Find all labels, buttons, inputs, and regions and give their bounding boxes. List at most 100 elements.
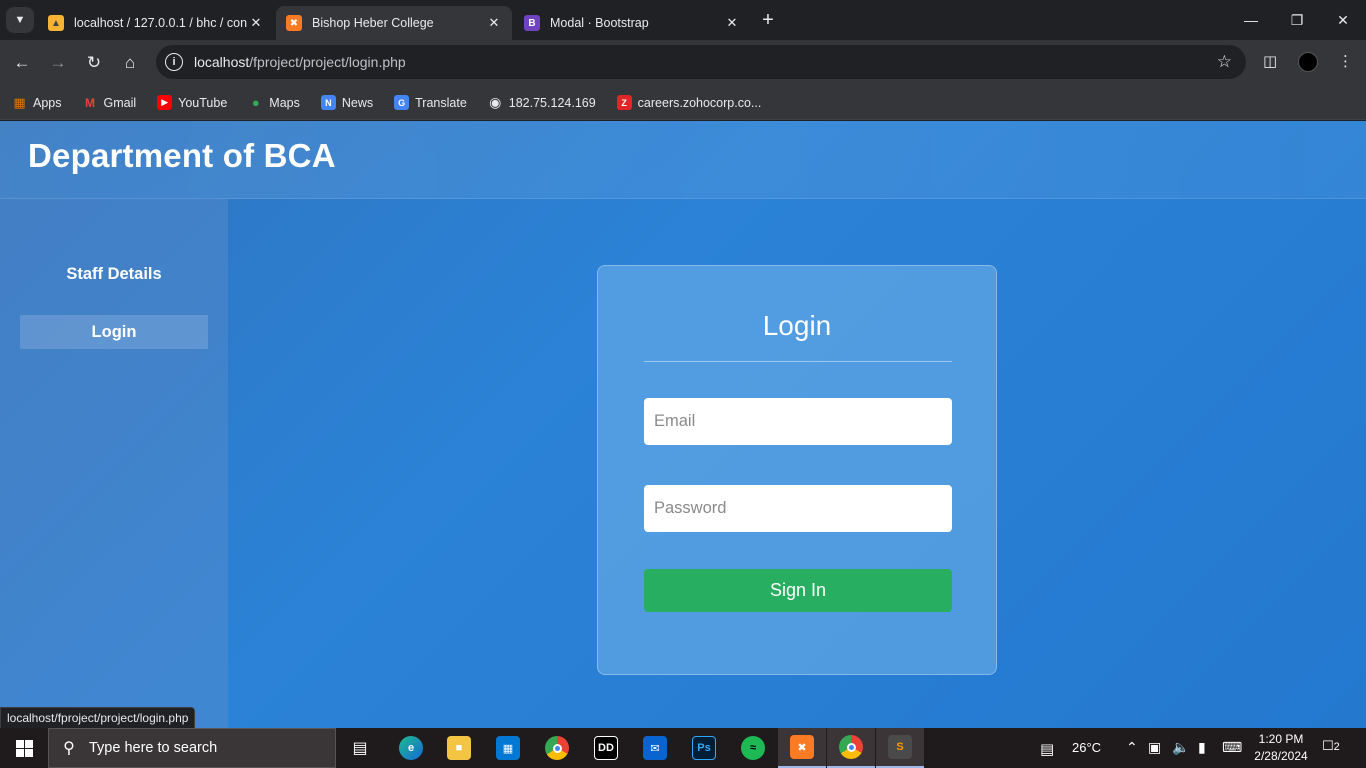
news-icon: N (320, 95, 336, 110)
forward-button[interactable]: → (44, 49, 72, 77)
bookmark-gmail[interactable]: M Gmail (83, 95, 137, 110)
window-close-button[interactable]: ✕ (1320, 0, 1366, 40)
network-icon[interactable]: ▣ (1148, 739, 1161, 756)
url-host: localhost (194, 54, 250, 70)
windows-logo-icon (15, 739, 33, 757)
photoshop-icon[interactable]: Ps (680, 728, 728, 768)
tab-phpmyadmin[interactable]: ▲ localhost / 127.0.0.1 / bhc / con ✕ (38, 6, 274, 40)
weather-icon: ▤ (1040, 741, 1055, 758)
bookmark-zoho[interactable]: Z careers.zohocorp.co... (616, 95, 762, 110)
bookmark-label: Apps (33, 95, 62, 110)
bookmark-ip[interactable]: ◉ 182.75.124.169 (488, 94, 596, 110)
maps-icon: ● (251, 95, 260, 110)
address-bar[interactable]: i localhost/fproject/project/login.php ☆ (156, 45, 1246, 79)
file-explorer-icon[interactable]: ■ (435, 728, 483, 768)
back-button[interactable]: ← (8, 49, 36, 77)
site-title: Department of BCA (28, 137, 336, 174)
edge-icon[interactable]: e (387, 728, 435, 768)
close-icon[interactable]: ✕ (248, 15, 264, 31)
link-status-bubble: localhost/fproject/project/login.php (0, 707, 196, 729)
store-icon[interactable]: ▦ (484, 728, 532, 768)
close-icon[interactable]: ✕ (724, 15, 740, 31)
reload-button[interactable]: ↻ (80, 49, 108, 77)
bookmark-star-icon[interactable]: ☆ (1217, 52, 1232, 72)
mail-icon[interactable]: ✉ (631, 728, 679, 768)
clock-time: 1:20 PM (1258, 732, 1304, 746)
taskbar-search-placeholder: Type here to search (89, 740, 218, 756)
tab-title: Bishop Heber College (312, 16, 434, 30)
url-path: /fproject/project/login.php (249, 54, 406, 70)
xampp-icon: ✖ (286, 15, 302, 31)
restore-button[interactable]: ❐ (1274, 0, 1320, 40)
sublime-icon[interactable]: S (876, 728, 924, 768)
windows-taskbar: ⚲ Type here to search ▤ e ■ ▦ DD ✉ Ps ≈ … (0, 728, 1366, 768)
gmail-icon: M (85, 95, 95, 110)
spotify-icon[interactable]: ≈ (729, 728, 777, 768)
chrome-profile-icon[interactable] (827, 728, 875, 768)
browser-tab-strip: ▼ ▲ localhost / 127.0.0.1 / bhc / con ✕ … (0, 0, 1366, 40)
bookmarks-bar: ▦ Apps M Gmail ▶ YouTube ● Maps N News G… (0, 86, 1366, 120)
profile-avatar[interactable] (1298, 52, 1318, 72)
home-button[interactable]: ⌂ (116, 49, 144, 77)
bookmark-label: careers.zohocorp.co... (637, 95, 762, 110)
sidebar-item-login[interactable]: Login (20, 315, 208, 349)
bookmark-translate[interactable]: G Translate (394, 95, 467, 110)
taskbar-search-box[interactable]: ⚲ Type here to search (48, 728, 336, 768)
notification-center-button[interactable]: ☐2 (1322, 738, 1344, 758)
tab-title: Modal · Bootstrap (550, 16, 649, 30)
bookmark-apps[interactable]: ▦ Apps (12, 94, 62, 110)
notification-count: 2 (1333, 741, 1340, 753)
xampp-taskbar-icon[interactable]: ✖ (778, 728, 826, 768)
bookmark-label: Translate (415, 95, 467, 110)
tab-bootstrap-modal[interactable]: B Modal · Bootstrap ✕ (514, 6, 750, 40)
translate-icon: G (394, 95, 410, 110)
volume-icon[interactable]: 🔈 (1172, 739, 1189, 756)
start-button[interactable] (0, 728, 48, 768)
search-icon: ⚲ (63, 740, 75, 757)
battery-icon[interactable]: ▮ (1198, 739, 1206, 756)
bookmark-label: News (341, 95, 374, 110)
new-tab-button[interactable]: + (758, 10, 778, 30)
tab-title: localhost / 127.0.0.1 / bhc / con (74, 16, 248, 30)
dolby-icon[interactable]: DD (582, 728, 630, 768)
email-field[interactable] (644, 398, 952, 445)
side-panel-icon[interactable]: ◫ (1263, 52, 1277, 70)
sidebar-item-staff-details[interactable]: Staff Details (20, 257, 208, 291)
tab-search-button[interactable]: ▼ (6, 7, 34, 33)
chevron-down-icon: ▼ (14, 14, 26, 26)
keyboard-icon[interactable]: ⌨ (1222, 739, 1242, 756)
bookmark-news[interactable]: N News (320, 95, 374, 110)
bookmark-youtube[interactable]: ▶ YouTube (157, 95, 227, 110)
close-icon[interactable]: ✕ (486, 15, 502, 31)
login-title: Login (762, 310, 832, 341)
divider (644, 361, 952, 362)
chat-bubble-icon: ☐ (1322, 738, 1334, 753)
youtube-icon: ▶ (157, 95, 173, 110)
bookmark-label: Gmail (103, 95, 137, 110)
bookmark-label: Maps (269, 95, 300, 110)
system-clock[interactable]: 1:20 PM 2/28/2024 (1248, 731, 1314, 765)
apps-grid-icon: ▦ (13, 94, 26, 110)
globe-icon: ◉ (489, 94, 502, 110)
bookmark-maps[interactable]: ● Maps (248, 95, 300, 110)
zoho-icon: Z (616, 95, 632, 110)
clock-date: 2/28/2024 (1254, 749, 1308, 763)
chrome-icon[interactable] (533, 728, 581, 768)
menu-kebab-icon[interactable]: ⋮ (1338, 52, 1353, 70)
login-card: Login Sign In (597, 265, 997, 675)
bookmark-label: YouTube (178, 95, 228, 110)
sign-in-button[interactable]: Sign In (644, 569, 952, 612)
web-page: Department of BCA Staff Details Login Lo… (0, 121, 1366, 728)
minimize-button[interactable]: — (1228, 0, 1274, 40)
site-info-icon[interactable]: i (165, 53, 183, 71)
tab-bishop-heber[interactable]: ✖ Bishop Heber College ✕ (276, 6, 512, 40)
task-view-icon[interactable]: ▤ (336, 728, 384, 768)
sidebar: Staff Details Login (0, 199, 228, 728)
bootstrap-icon: B (524, 15, 540, 31)
bookmark-label: 182.75.124.169 (508, 95, 596, 110)
phpmyadmin-icon: ▲ (48, 15, 64, 31)
password-field[interactable] (644, 485, 952, 532)
weather-temp[interactable]: 26°C (1072, 740, 1101, 755)
site-header: Department of BCA (0, 121, 1366, 199)
chevron-up-icon[interactable]: ⌃ (1126, 739, 1138, 756)
